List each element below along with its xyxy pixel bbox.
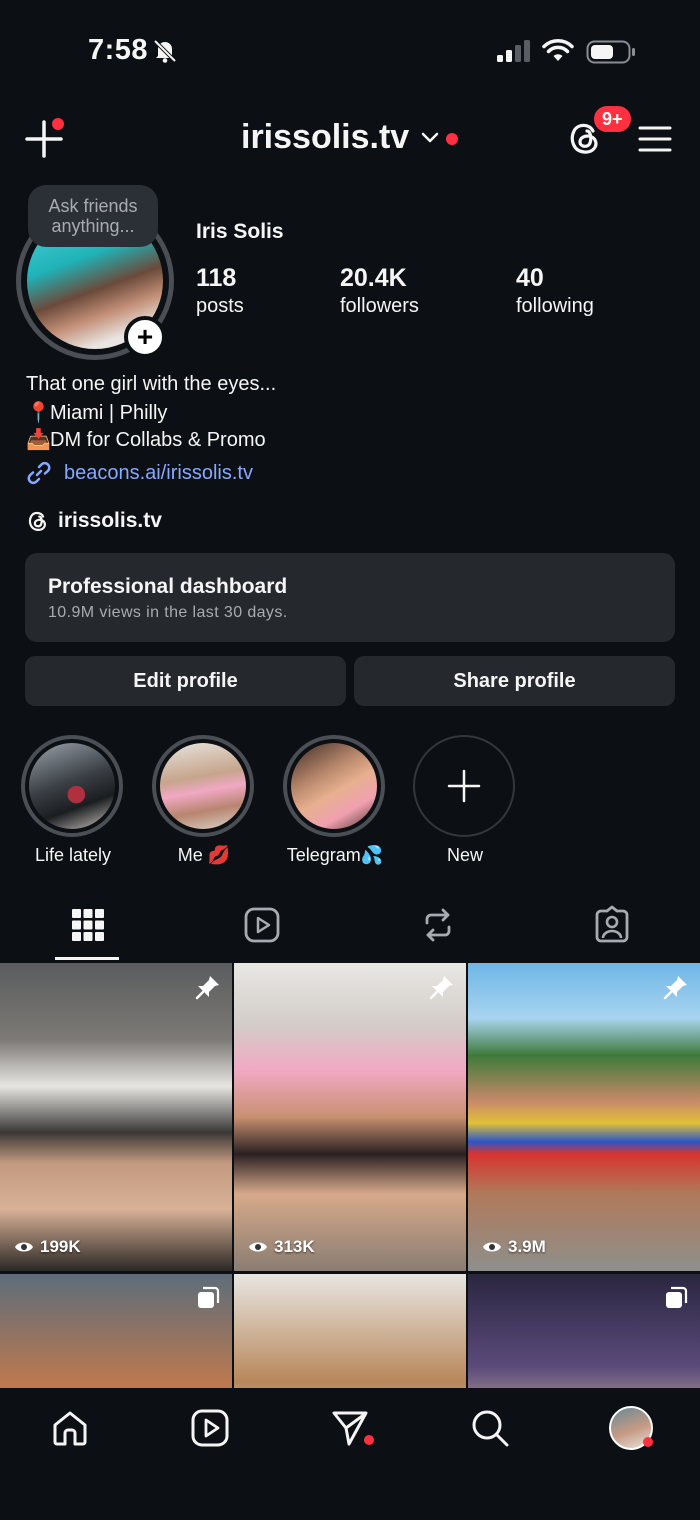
pin-icon: [429, 976, 453, 1000]
view-count: 199K: [14, 1237, 81, 1257]
threads-handle: irissolis.tv: [58, 509, 162, 532]
stat-followers-value: 20.4K: [340, 264, 407, 292]
eye-icon: [483, 1242, 501, 1252]
wifi-icon: [542, 39, 574, 61]
account-notification-dot: [446, 133, 458, 145]
tagged-tab-icon[interactable]: [592, 905, 632, 945]
chevron-down-icon[interactable]: [420, 130, 440, 146]
stat-posts-value: 118: [196, 264, 237, 292]
post-thumbnail[interactable]: 3.9M: [468, 963, 700, 1271]
highlight-new[interactable]: New: [413, 735, 517, 866]
posts-grid-tab-icon[interactable]: [68, 905, 108, 945]
bio-line: That one girl with the eyes...: [26, 373, 276, 396]
highlight-label: Life lately: [34, 845, 112, 865]
add-story-plus-icon[interactable]: +: [124, 316, 166, 358]
share-profile-button[interactable]: Share profile: [354, 656, 675, 706]
stat-followers[interactable]: 20.4K followers: [340, 264, 419, 318]
professional-dashboard-card[interactable]: Professional dashboard 10.9M views in th…: [25, 553, 675, 642]
hamburger-menu-icon[interactable]: [638, 124, 672, 154]
view-count: 313K: [248, 1237, 315, 1257]
stat-following-value: 40: [516, 264, 544, 292]
bio-link[interactable]: beacons.ai/irissolis.tv: [26, 460, 253, 486]
reels-icon[interactable]: [190, 1408, 230, 1448]
username-title[interactable]: irissolis.tv: [241, 118, 409, 157]
eye-icon: [15, 1242, 33, 1252]
bio-line: 📥DM for Collabs & Promo: [26, 427, 266, 452]
stat-following-label: following: [516, 295, 594, 317]
cellular-signal-icon: [497, 40, 530, 62]
stat-following[interactable]: 40 following: [516, 264, 594, 318]
threads-profile-link[interactable]: irissolis.tv: [26, 508, 162, 534]
stat-posts[interactable]: 118 posts: [196, 264, 244, 318]
bio-line: 📍Miami | Philly: [26, 400, 167, 425]
pin-icon: 📍: [26, 402, 51, 424]
note-bubble[interactable]: Ask friends anything...: [28, 185, 158, 247]
active-tab-indicator: [55, 957, 119, 960]
silent-bell-icon: [153, 39, 177, 63]
carousel-icon: [198, 1286, 220, 1308]
threads-notification-badge: 9+: [592, 104, 633, 134]
highlight-label: New: [446, 845, 483, 865]
link-icon: [27, 461, 51, 485]
highlight-telegram[interactable]: Telegram💦: [283, 735, 387, 866]
pin-icon: [663, 976, 687, 1000]
dashboard-title: Professional dashboard: [48, 575, 288, 598]
battery-icon: [586, 40, 635, 64]
stat-posts-label: posts: [196, 295, 244, 317]
bio-link-text: beacons.ai/irissolis.tv: [64, 461, 253, 484]
highlight-label: Me 💋: [177, 845, 231, 865]
home-icon[interactable]: [50, 1408, 90, 1448]
inbox-tray-icon: 📥: [26, 429, 51, 451]
highlight-life-lately[interactable]: Life lately: [21, 735, 125, 866]
highlight-cover: [291, 743, 377, 829]
new-highlight-plus-icon: [447, 769, 481, 803]
bio-text: DM for Collabs & Promo: [50, 429, 266, 451]
reels-tab-icon[interactable]: [242, 905, 282, 945]
create-notification-dot: [52, 118, 64, 130]
eye-icon: [249, 1242, 267, 1252]
highlight-cover: [29, 743, 115, 829]
bio-text: That one girl with the eyes...: [26, 373, 277, 395]
carousel-icon: [666, 1286, 688, 1308]
bio-text: Miami | Philly: [50, 402, 168, 424]
stat-followers-label: followers: [340, 295, 419, 317]
view-count-text: 199K: [40, 1237, 81, 1256]
post-thumbnail[interactable]: 313K: [234, 963, 466, 1271]
view-count-text: 3.9M: [508, 1237, 546, 1256]
threads-logo-icon: [28, 511, 46, 531]
profile-notification-dot: [643, 1437, 653, 1447]
reposts-tab-icon[interactable]: [418, 905, 458, 945]
messages-notification-dot: [364, 1435, 374, 1445]
search-icon[interactable]: [470, 1408, 510, 1448]
highlight-me[interactable]: Me 💋: [152, 735, 256, 866]
view-count-text: 313K: [274, 1237, 315, 1256]
edit-profile-button[interactable]: Edit profile: [25, 656, 346, 706]
post-thumbnail[interactable]: 199K: [0, 963, 232, 1271]
profile-name: Iris Solis: [196, 220, 284, 243]
highlight-cover: [160, 743, 246, 829]
dashboard-subtitle: 10.9M views in the last 30 days.: [48, 604, 288, 621]
view-count: 3.9M: [482, 1237, 546, 1257]
pin-icon: [195, 976, 219, 1000]
status-time: 7:58: [88, 34, 149, 66]
highlight-label: Telegram💦: [286, 845, 384, 865]
